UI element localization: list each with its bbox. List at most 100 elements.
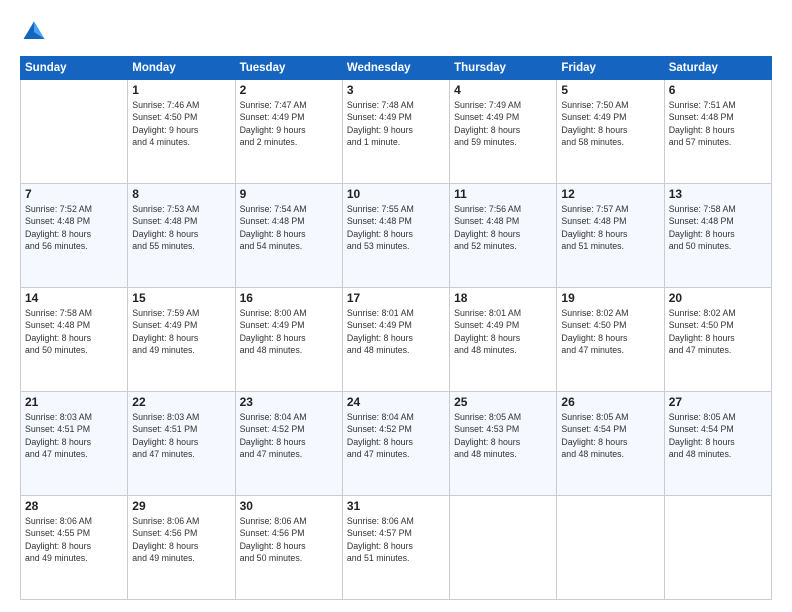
day-number: 8 [132,187,230,201]
day-info: Sunrise: 8:05 AM Sunset: 4:54 PM Dayligh… [669,411,767,460]
day-info: Sunrise: 8:06 AM Sunset: 4:56 PM Dayligh… [240,515,338,564]
day-info: Sunrise: 8:01 AM Sunset: 4:49 PM Dayligh… [347,307,445,356]
calendar-cell: 28Sunrise: 8:06 AM Sunset: 4:55 PM Dayli… [21,496,128,600]
calendar-cell: 26 Sunrise: 8:05 AM Sunset: 4:54 PM Dayli… [557,392,664,496]
day-info: Sunrise: 7:50 AM Sunset: 4:49 PM Dayligh… [561,99,659,148]
calendar-cell: 1Sunrise: 7:46 AM Sunset: 4:50 PM Daylig… [128,80,235,184]
calendar-cell: 13 Sunrise: 7:58 AM Sunset: 4:48 PM Dayli… [664,184,771,288]
day-number: 17 [347,291,445,305]
day-info: Sunrise: 8:04 AM Sunset: 4:52 PM Dayligh… [240,411,338,460]
day-number: 1 [132,83,230,97]
calendar-cell: 2 Sunrise: 7:47 AM Sunset: 4:49 PM Daylig… [235,80,342,184]
header [20,18,772,46]
weekday-header-monday: Monday [128,57,235,80]
day-info: Sunrise: 8:02 AM Sunset: 4:50 PM Dayligh… [669,307,767,356]
calendar-cell: 27 Sunrise: 8:05 AM Sunset: 4:54 PM Dayli… [664,392,771,496]
calendar-cell: 15 Sunrise: 7:59 AM Sunset: 4:49 PM Dayli… [128,288,235,392]
calendar-cell [664,496,771,600]
calendar-table: SundayMondayTuesdayWednesdayThursdayFrid… [20,56,772,600]
calendar-cell: 23 Sunrise: 8:04 AM Sunset: 4:52 PM Dayli… [235,392,342,496]
day-number: 6 [669,83,767,97]
weekday-header-row: SundayMondayTuesdayWednesdayThursdayFrid… [21,57,772,80]
logo-icon [20,18,48,46]
calendar-cell: 12Sunrise: 7:57 AM Sunset: 4:48 PM Dayli… [557,184,664,288]
calendar-cell: 18Sunrise: 8:01 AM Sunset: 4:49 PM Dayli… [450,288,557,392]
day-info: Sunrise: 7:49 AM Sunset: 4:49 PM Dayligh… [454,99,552,148]
day-number: 2 [240,83,338,97]
calendar-week-3: 21Sunrise: 8:03 AM Sunset: 4:51 PM Dayli… [21,392,772,496]
day-info: Sunrise: 7:52 AM Sunset: 4:48 PM Dayligh… [25,203,123,252]
weekday-header-sunday: Sunday [21,57,128,80]
day-info: Sunrise: 8:05 AM Sunset: 4:54 PM Dayligh… [561,411,659,460]
day-number: 29 [132,499,230,513]
day-info: Sunrise: 7:53 AM Sunset: 4:48 PM Dayligh… [132,203,230,252]
day-number: 31 [347,499,445,513]
calendar-cell: 21Sunrise: 8:03 AM Sunset: 4:51 PM Dayli… [21,392,128,496]
day-info: Sunrise: 7:47 AM Sunset: 4:49 PM Dayligh… [240,99,338,148]
weekday-header-friday: Friday [557,57,664,80]
day-number: 10 [347,187,445,201]
day-number: 5 [561,83,659,97]
calendar-cell: 10 Sunrise: 7:55 AM Sunset: 4:48 PM Dayli… [342,184,449,288]
day-info: Sunrise: 8:02 AM Sunset: 4:50 PM Dayligh… [561,307,659,356]
day-info: Sunrise: 7:58 AM Sunset: 4:48 PM Dayligh… [25,307,123,356]
calendar-week-1: 7 Sunrise: 7:52 AM Sunset: 4:48 PM Daylig… [21,184,772,288]
day-info: Sunrise: 8:00 AM Sunset: 4:49 PM Dayligh… [240,307,338,356]
day-number: 27 [669,395,767,409]
calendar-cell: 11 Sunrise: 7:56 AM Sunset: 4:48 PM Dayli… [450,184,557,288]
calendar-week-4: 28Sunrise: 8:06 AM Sunset: 4:55 PM Dayli… [21,496,772,600]
calendar-cell [450,496,557,600]
day-number: 11 [454,187,552,201]
day-info: Sunrise: 8:06 AM Sunset: 4:57 PM Dayligh… [347,515,445,564]
calendar-cell: 22Sunrise: 8:03 AM Sunset: 4:51 PM Dayli… [128,392,235,496]
calendar-cell: 16 Sunrise: 8:00 AM Sunset: 4:49 PM Dayli… [235,288,342,392]
day-info: Sunrise: 8:06 AM Sunset: 4:56 PM Dayligh… [132,515,230,564]
calendar-cell: 19Sunrise: 8:02 AM Sunset: 4:50 PM Dayli… [557,288,664,392]
weekday-header-thursday: Thursday [450,57,557,80]
calendar-cell: 8 Sunrise: 7:53 AM Sunset: 4:48 PM Daylig… [128,184,235,288]
day-info: Sunrise: 7:55 AM Sunset: 4:48 PM Dayligh… [347,203,445,252]
calendar-cell: 17 Sunrise: 8:01 AM Sunset: 4:49 PM Dayli… [342,288,449,392]
day-info: Sunrise: 7:48 AM Sunset: 4:49 PM Dayligh… [347,99,445,148]
calendar-week-0: 1Sunrise: 7:46 AM Sunset: 4:50 PM Daylig… [21,80,772,184]
day-number: 24 [347,395,445,409]
calendar-cell: 7 Sunrise: 7:52 AM Sunset: 4:48 PM Daylig… [21,184,128,288]
calendar-cell [557,496,664,600]
day-info: Sunrise: 7:58 AM Sunset: 4:48 PM Dayligh… [669,203,767,252]
day-info: Sunrise: 8:05 AM Sunset: 4:53 PM Dayligh… [454,411,552,460]
weekday-header-saturday: Saturday [664,57,771,80]
day-number: 18 [454,291,552,305]
calendar-cell: 30 Sunrise: 8:06 AM Sunset: 4:56 PM Dayli… [235,496,342,600]
day-number: 13 [669,187,767,201]
calendar-cell: 5 Sunrise: 7:50 AM Sunset: 4:49 PM Daylig… [557,80,664,184]
day-number: 7 [25,187,123,201]
page: SundayMondayTuesdayWednesdayThursdayFrid… [0,0,792,612]
logo [20,18,52,46]
day-number: 15 [132,291,230,305]
calendar-cell: 6 Sunrise: 7:51 AM Sunset: 4:48 PM Daylig… [664,80,771,184]
day-number: 16 [240,291,338,305]
calendar-cell: 9Sunrise: 7:54 AM Sunset: 4:48 PM Daylig… [235,184,342,288]
calendar-cell: 25Sunrise: 8:05 AM Sunset: 4:53 PM Dayli… [450,392,557,496]
day-info: Sunrise: 8:03 AM Sunset: 4:51 PM Dayligh… [25,411,123,460]
calendar-cell: 31 Sunrise: 8:06 AM Sunset: 4:57 PM Dayli… [342,496,449,600]
day-number: 3 [347,83,445,97]
day-number: 26 [561,395,659,409]
day-number: 30 [240,499,338,513]
calendar-cell: 29 Sunrise: 8:06 AM Sunset: 4:56 PM Dayli… [128,496,235,600]
calendar-cell: 3 Sunrise: 7:48 AM Sunset: 4:49 PM Daylig… [342,80,449,184]
weekday-header-tuesday: Tuesday [235,57,342,80]
day-info: Sunrise: 7:57 AM Sunset: 4:48 PM Dayligh… [561,203,659,252]
day-info: Sunrise: 7:51 AM Sunset: 4:48 PM Dayligh… [669,99,767,148]
calendar-cell: 20 Sunrise: 8:02 AM Sunset: 4:50 PM Dayli… [664,288,771,392]
calendar-cell [21,80,128,184]
day-number: 23 [240,395,338,409]
day-number: 20 [669,291,767,305]
day-number: 4 [454,83,552,97]
day-info: Sunrise: 7:56 AM Sunset: 4:48 PM Dayligh… [454,203,552,252]
calendar-cell: 24 Sunrise: 8:04 AM Sunset: 4:52 PM Dayli… [342,392,449,496]
day-number: 14 [25,291,123,305]
day-info: Sunrise: 8:04 AM Sunset: 4:52 PM Dayligh… [347,411,445,460]
day-info: Sunrise: 8:06 AM Sunset: 4:55 PM Dayligh… [25,515,123,564]
day-info: Sunrise: 7:59 AM Sunset: 4:49 PM Dayligh… [132,307,230,356]
